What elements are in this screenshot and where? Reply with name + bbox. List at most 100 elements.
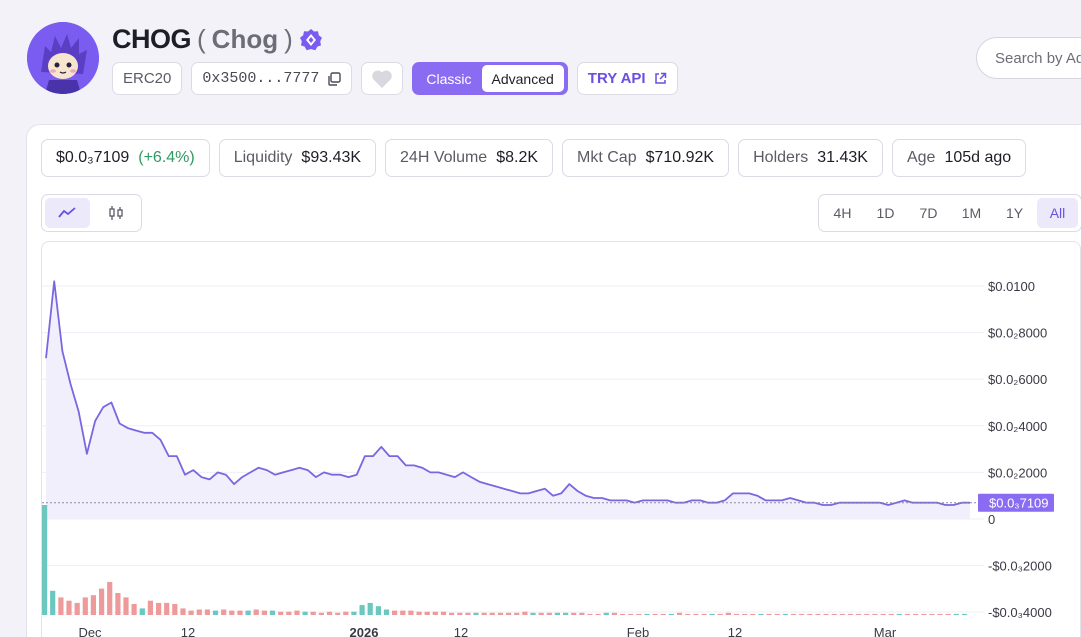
volume-bar (782, 613, 788, 615)
volume-bar (99, 588, 105, 615)
volume-bar (579, 612, 585, 615)
volume-bar (294, 610, 300, 615)
try-api-button[interactable]: TRY API (576, 62, 678, 95)
mktcap-label: Mkt Cap (577, 149, 637, 166)
volume-bar (351, 611, 357, 615)
y-tick-label: $0.0₂4000 (988, 419, 1047, 434)
volume-bar (880, 613, 886, 615)
holders-label: Holders (753, 149, 809, 166)
volume-bar (774, 613, 780, 615)
heart-icon (371, 69, 393, 89)
volume-bar (685, 613, 691, 615)
range-4h[interactable]: 4H (822, 198, 863, 228)
y-tick-label: -$0.0₃4000 (988, 605, 1052, 620)
address-chip[interactable]: 0x3500...7777 (191, 62, 353, 95)
stats-row: $0.0₃7109 (+6.4%) Liquidity $93.43K 24H … (41, 139, 1027, 177)
token-meta-row: ERC20 0x3500...7777 Classic Advanced TRY… (112, 62, 678, 95)
range-1m[interactable]: 1M (951, 198, 992, 228)
volume-bar (408, 610, 414, 615)
volume-bar (888, 613, 894, 615)
volume-bar (668, 613, 674, 615)
paren-close: ) (284, 24, 293, 54)
volume-bar (546, 612, 552, 615)
x-tick-label: 2026 (350, 625, 379, 637)
volume-bar (156, 602, 162, 615)
volume-bar (383, 609, 390, 615)
volume-bar (758, 613, 764, 615)
volume-bar (603, 612, 609, 615)
age-stat: Age 105d ago (891, 139, 1027, 177)
volume-bar (644, 613, 650, 615)
volume-bar (375, 606, 381, 615)
advanced-view-button[interactable]: Advanced (481, 65, 564, 92)
volume-bar (538, 612, 544, 615)
volume-bar (766, 613, 772, 615)
candlestick-button[interactable] (94, 198, 139, 228)
favorite-button[interactable] (361, 62, 404, 95)
token-avatar (27, 22, 99, 94)
volume-bar (245, 610, 251, 615)
volume-bar (530, 612, 536, 615)
token-symbol: CHOG (112, 24, 192, 54)
volume-bar (123, 597, 129, 615)
volume-bar (237, 610, 243, 615)
x-tick-label: 12 (728, 625, 742, 637)
volume-bar (847, 613, 854, 615)
volume-bar (82, 597, 88, 615)
volume-bar (286, 611, 292, 615)
price-stat: $0.0₃7109 (+6.4%) (41, 139, 210, 177)
volume-bar (261, 610, 267, 615)
volume-bar (628, 613, 634, 615)
volume-bar (131, 604, 137, 615)
classic-view-button[interactable]: Classic (416, 65, 481, 92)
volume-bar (489, 612, 495, 615)
volume-bar (115, 593, 121, 615)
volume-bar (147, 600, 153, 615)
range-1d[interactable]: 1D (865, 198, 906, 228)
price-line (45, 280, 970, 506)
mktcap-value: $710.92K (645, 149, 715, 166)
x-tick-label: Mar (874, 625, 897, 637)
volume-bar (839, 613, 845, 615)
volume-bar (343, 611, 349, 615)
search-placeholder: Search by Ad (995, 49, 1081, 67)
volume-bar (164, 602, 170, 615)
age-value: 105d ago (944, 149, 1012, 166)
external-link-icon (654, 72, 667, 85)
liquidity-value: $93.43K (301, 149, 362, 166)
volume-bar (50, 590, 56, 615)
volume-bar (945, 613, 951, 615)
token-name: Chog (211, 24, 279, 54)
volume-bar (652, 613, 658, 615)
search-input[interactable]: Search by Ad (976, 37, 1081, 79)
paren-open: ( (197, 24, 206, 54)
x-tick-label: 12 (181, 625, 195, 637)
current-price-label: $0.0₃7109 (989, 496, 1049, 511)
price-change: (+6.4%) (138, 149, 195, 166)
range-all[interactable]: All (1037, 198, 1078, 228)
volume-bar (913, 613, 919, 615)
volume-bar (139, 608, 145, 615)
volume-bar (522, 611, 528, 615)
price-chart-svg: $0.0100 $0.0₂8000 $0.0₂6000 $0.0₂4000 $0.0₂2… (42, 279, 1054, 637)
volume-bar (58, 597, 64, 615)
volume-bar (90, 595, 96, 615)
volume-bar (554, 612, 560, 615)
volume-bar (676, 612, 683, 615)
line-chart-button[interactable] (45, 198, 90, 228)
y-tick-label: 0 (988, 512, 995, 527)
copy-icon[interactable] (327, 71, 342, 86)
address-text: 0x3500...7777 (202, 70, 320, 87)
price-value: $0.0₃7109 (56, 149, 130, 166)
range-1y[interactable]: 1Y (994, 198, 1035, 228)
volume-bar (278, 611, 284, 615)
volume-bar (790, 613, 797, 615)
verified-badge-icon (299, 28, 323, 52)
volume-bar (799, 613, 805, 615)
price-chart[interactable]: $0.0100 $0.0₂8000 $0.0₂6000 $0.0₂4000 $0.0₂2… (41, 241, 1081, 637)
range-7d[interactable]: 7D (908, 198, 949, 228)
volume-bar (440, 611, 447, 615)
volume-bar (571, 612, 577, 615)
standard-badge: ERC20 (112, 62, 183, 95)
holders-stat: Holders 31.43K (738, 139, 883, 177)
